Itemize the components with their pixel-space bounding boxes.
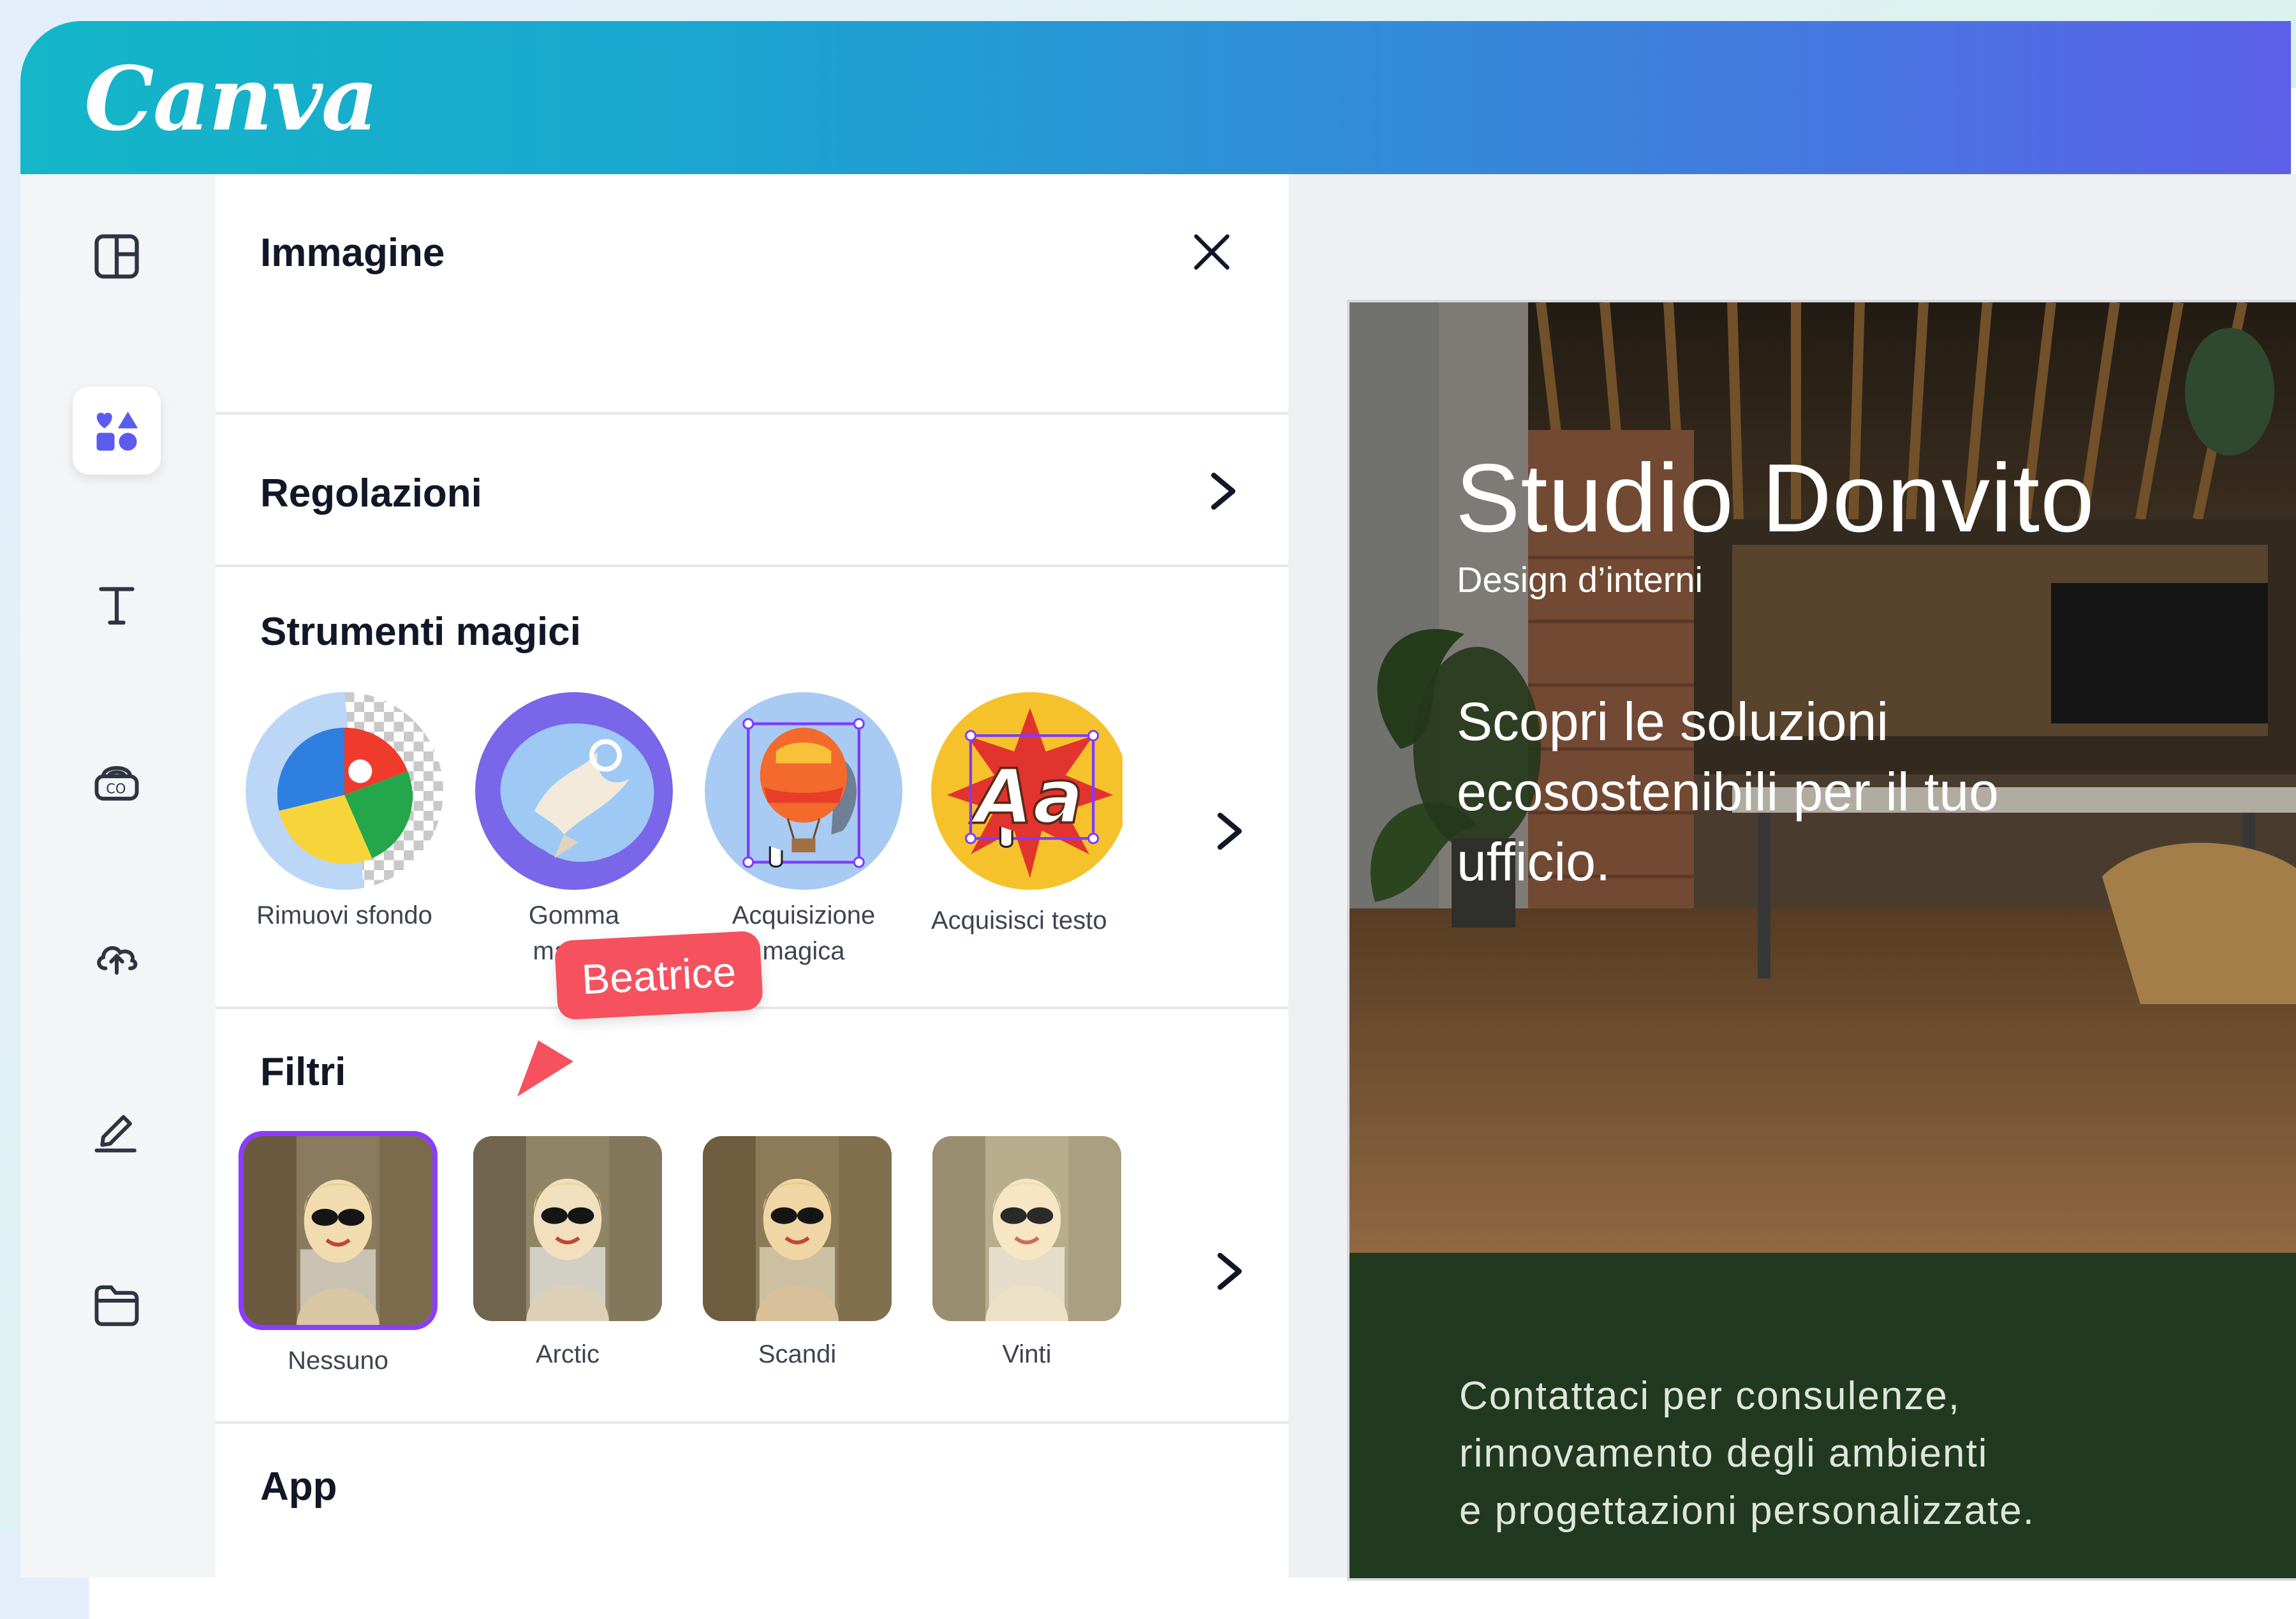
rail-elements-button[interactable]	[73, 387, 161, 475]
pen-icon	[94, 1115, 136, 1153]
design-title[interactable]: Studio Donvito	[1455, 443, 2095, 554]
panel-title: Immagine	[260, 231, 445, 275]
chevron-right-icon	[1211, 473, 1235, 510]
panel-divider	[216, 1421, 1288, 1424]
svg-text:CO: CO	[106, 781, 126, 797]
filter-thumbnail	[703, 1136, 892, 1321]
rail-design-button[interactable]	[73, 212, 161, 300]
remove-background-thumbnail	[246, 692, 443, 890]
layout-icon	[94, 234, 139, 279]
filter-label: Vinti	[1002, 1340, 1052, 1368]
filter-vinti[interactable]: Vinti	[931, 1136, 1122, 1369]
tool-grab-text[interactable]: Aa Acquisisci testo	[931, 692, 1122, 938]
rail-uploads-button[interactable]	[73, 911, 161, 999]
design-page[interactable]: Studio Donvito Design d’interni Scopri l…	[1347, 300, 2296, 1581]
adjustments-row[interactable]: Regolazioni	[216, 415, 1288, 565]
folder-icon	[94, 1285, 139, 1326]
brand-icon: CO	[94, 766, 139, 801]
apps-heading: App	[260, 1465, 337, 1509]
filter-thumbnail	[932, 1136, 1121, 1321]
contact-line: Contattaci per consulenze,	[1459, 1374, 1961, 1418]
filters-heading: Filtri	[260, 1050, 346, 1094]
rail-draw-button[interactable]	[73, 1086, 161, 1174]
filter-arctic[interactable]: Arctic	[472, 1136, 663, 1369]
filter-thumbnail	[473, 1136, 662, 1321]
filter-label: Arctic	[536, 1340, 600, 1368]
design-contact-text[interactable]: Contattaci per consulenze, rinnovamento …	[1459, 1368, 2225, 1540]
tools-scroll-right-icon[interactable]	[1211, 806, 1249, 857]
tool-magic-eraser[interactable]: Gomma magica	[472, 692, 676, 969]
cloud-upload-icon	[97, 946, 138, 975]
image-panel: Immagine Regolazioni Strumenti magici Ri…	[216, 174, 1288, 1578]
magic-tools-heading: Strumenti magici	[260, 610, 581, 654]
filter-none[interactable]: Nessuno	[242, 1136, 434, 1375]
tool-magic-grab[interactable]: Acquisizione magica	[702, 692, 906, 969]
design-tagline[interactable]: Scopri le soluzioni ecosostenibili per i…	[1457, 686, 2031, 897]
tool-remove-background[interactable]: Rimuovi sfondo	[242, 692, 446, 933]
rail-brand-button[interactable]: CO	[73, 737, 161, 825]
collaborator-label: Beatrice	[554, 930, 764, 1021]
filter-label: Nessuno	[288, 1347, 388, 1375]
panel-divider	[216, 565, 1288, 567]
filters-scroll-right-icon[interactable]	[1211, 1246, 1249, 1297]
magic-grab-thumbnail	[705, 692, 902, 890]
filter-thumbnail	[244, 1136, 432, 1325]
shapes-icon	[96, 411, 138, 451]
filter-label: Scandi	[758, 1340, 837, 1368]
contact-line: e progettazioni personalizzate.	[1459, 1489, 2035, 1533]
filter-scandi[interactable]: Scandi	[702, 1136, 893, 1369]
contact-line: rinnovamento degli ambienti	[1459, 1431, 1989, 1475]
close-icon[interactable]	[1185, 225, 1239, 279]
text-icon	[99, 587, 135, 625]
app-header: Canva	[20, 21, 2291, 174]
rail-projects-button[interactable]	[73, 1261, 161, 1349]
design-subtitle[interactable]: Design d’interni	[1457, 559, 1703, 600]
collaborator-cursor-icon	[517, 1040, 573, 1097]
rail-text-button[interactable]	[73, 561, 161, 649]
svg-text:Aa: Aa	[969, 753, 1084, 841]
grab-text-thumbnail: Aa	[931, 692, 1122, 890]
tool-label: Acquisisci testo	[931, 906, 1107, 935]
adjustments-label: Regolazioni	[260, 471, 482, 515]
tool-label: Rimuovi sfondo	[256, 901, 432, 929]
canva-logo[interactable]: Canva	[84, 47, 378, 151]
side-rail: CO	[20, 174, 216, 1578]
magic-eraser-thumbnail	[475, 692, 673, 890]
